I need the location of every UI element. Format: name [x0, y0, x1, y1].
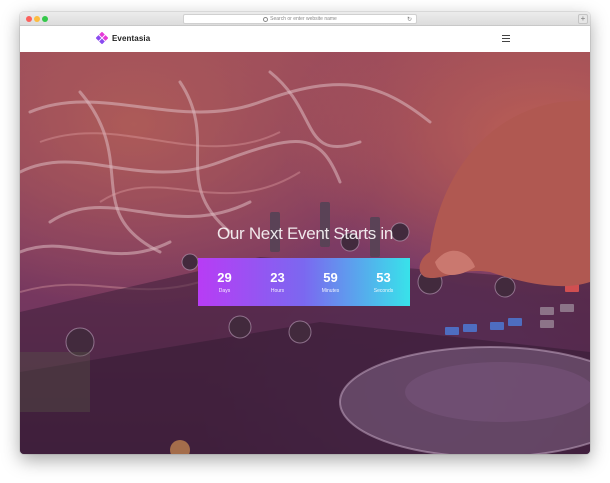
new-tab-button[interactable]: + — [578, 14, 588, 24]
countdown-days-label: Days — [218, 287, 231, 294]
menu-icon[interactable] — [502, 35, 510, 42]
dj-mixer-background-image — [20, 52, 590, 454]
countdown-hours-value: 23 — [270, 269, 285, 285]
zoom-window-button[interactable] — [42, 16, 48, 22]
countdown-timer: 29 Days 23 Hours 59 Minutes 53 Seconds — [198, 258, 410, 306]
browser-chrome: Search or enter website name ↻ + — [20, 12, 590, 26]
address-bar-placeholder: Search or enter website name — [270, 16, 337, 22]
countdown-seconds-label: Seconds — [373, 287, 394, 294]
address-bar[interactable]: Search or enter website name ↻ — [183, 14, 417, 24]
reload-icon[interactable]: ↻ — [407, 16, 412, 23]
minimize-window-button[interactable] — [34, 16, 40, 22]
countdown-hours-label: Hours — [270, 287, 285, 294]
hero-title: Our Next Event Starts in — [216, 224, 394, 243]
countdown-minutes: 59 Minutes — [304, 258, 357, 306]
countdown-hours: 23 Hours — [251, 258, 304, 306]
site-logo[interactable]: Eventasia — [96, 32, 150, 44]
countdown-seconds-value: 53 — [376, 269, 391, 285]
search-icon — [263, 16, 269, 22]
site-navbar: Eventasia — [20, 26, 590, 52]
countdown-days: 29 Days — [198, 258, 251, 306]
countdown-minutes-label: Minutes — [321, 287, 340, 294]
brand-name: Eventasia — [112, 33, 151, 43]
countdown-minutes-value: 59 — [323, 269, 338, 285]
browser-window: Search or enter website name ↻ + Eventas… — [20, 12, 590, 454]
countdown-seconds: 53 Seconds — [357, 258, 410, 306]
hero-section: Our Next Event Starts in 29 Days 23 Hour… — [20, 52, 590, 454]
countdown-days-value: 29 — [217, 269, 232, 285]
close-window-button[interactable] — [26, 16, 32, 22]
logo-icon — [96, 32, 108, 44]
